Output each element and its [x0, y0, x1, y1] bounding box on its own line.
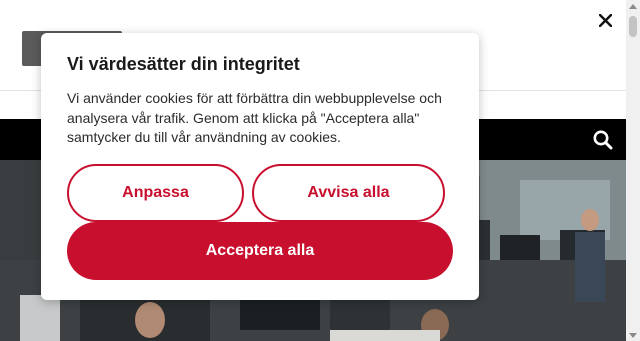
close-button[interactable]: [594, 8, 616, 32]
close-icon: [598, 13, 612, 27]
dialog-description: Vi använder cookies för att förbättra di…: [67, 90, 442, 145]
dialog-title: Vi värdesätter din integritet: [67, 54, 300, 74]
chevron-down-icon: [629, 332, 637, 338]
cookie-consent-dialog: Vi värdesätter din integritet Vi använde…: [41, 33, 479, 300]
scrollbar-thumb[interactable]: [629, 16, 637, 37]
scrollbar-track[interactable]: [626, 0, 640, 341]
search-button[interactable]: [592, 129, 614, 151]
customize-button[interactable]: Anpassa: [67, 164, 244, 222]
search-icon: [593, 130, 613, 150]
scroll-down-arrow[interactable]: [626, 329, 640, 341]
chevron-up-icon: [629, 3, 637, 9]
scroll-up-arrow[interactable]: [626, 0, 640, 12]
reject-all-button[interactable]: Avvisa alla: [252, 164, 445, 222]
accept-all-button[interactable]: Acceptera alla: [67, 222, 453, 280]
